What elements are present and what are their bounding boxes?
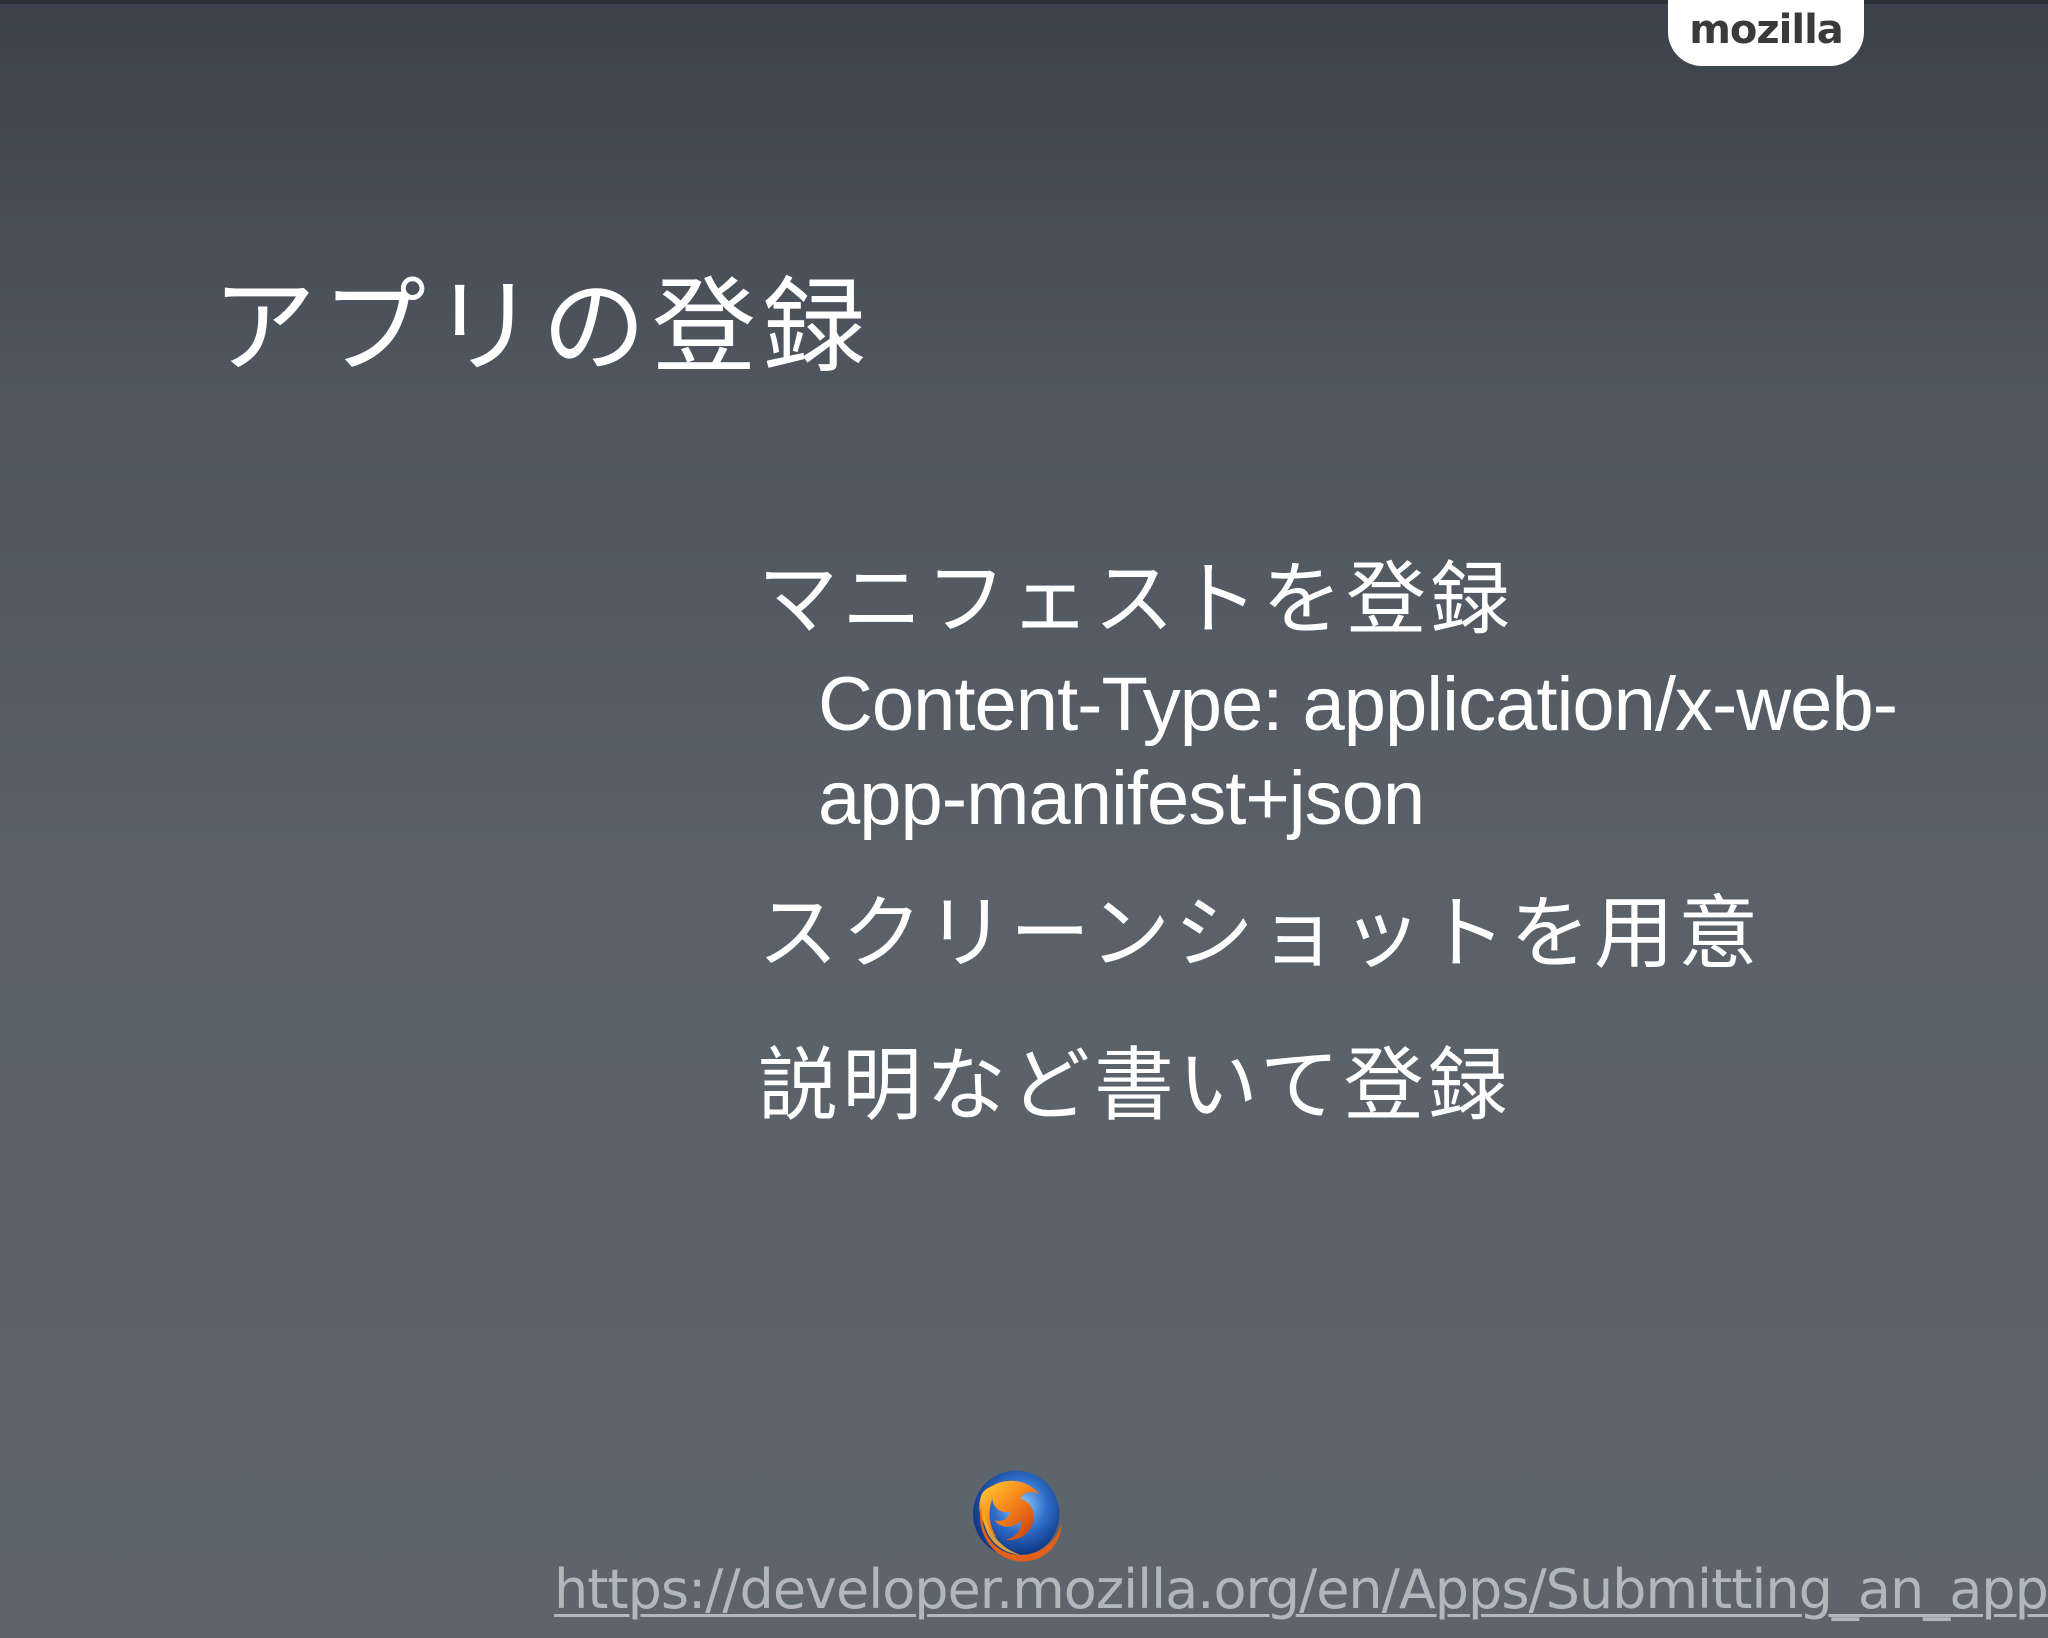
reference-link[interactable]: https://developer.mozilla.org/en/Apps/Su…	[554, 1552, 2048, 1628]
sub-bullet-line-2: app-manifest+json	[818, 756, 1425, 841]
mozilla-wordmark: mozilla	[1689, 7, 1844, 53]
slide: mozilla アプリの登録 マニフェストを登録 Content-Type: a…	[0, 0, 2048, 1638]
slide-title: アプリの登録	[212, 266, 873, 388]
sub-bullet-line-1: Content-Type: application/x-web-	[818, 662, 1898, 747]
sub-bullet-content-type: Content-Type: application/x-web- app-man…	[818, 658, 2008, 846]
bullet-list: マニフェストを登録 Content-Type: application/x-we…	[758, 548, 2008, 1138]
mozilla-tab: mozilla	[1668, 0, 1864, 66]
bullet-register-manifest: マニフェストを登録	[758, 553, 1514, 646]
bullet-write-description: 説明など書いて登録	[758, 1039, 1512, 1132]
bullet-prepare-screenshots: スクリーンショットを用意	[758, 887, 1762, 980]
